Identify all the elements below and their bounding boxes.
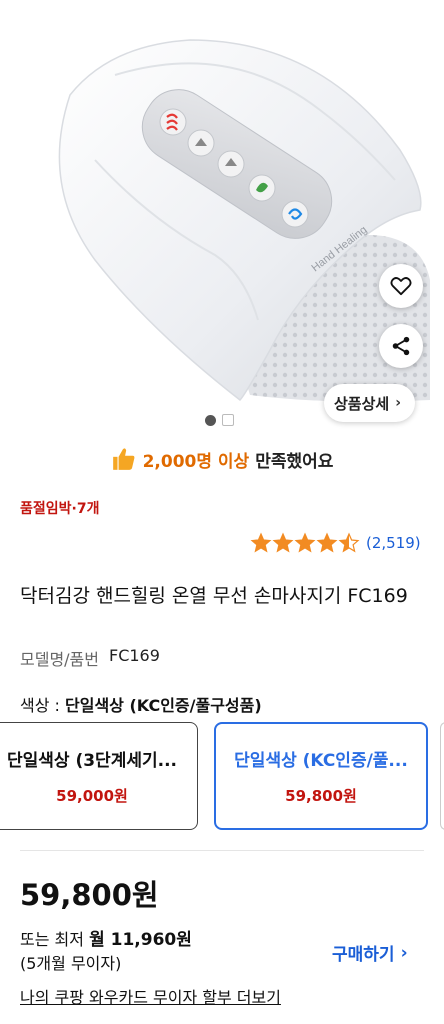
product-detail-button[interactable]: 상품상세 ›: [324, 384, 415, 422]
option-selected-value: 단일색상 (KC인증/풀구성품): [65, 696, 262, 715]
model-label: 모델명/품번: [20, 650, 99, 669]
thumbs-up-icon: [112, 448, 134, 470]
satisfaction-count: 2,000명 이상: [142, 451, 250, 472]
chevron-right-icon: ›: [400, 942, 408, 963]
carousel-indicator: [205, 414, 234, 426]
installment-terms: (5개월 무이자): [20, 954, 122, 973]
satisfaction-text: 만족했어요: [255, 451, 334, 472]
satisfaction-banner: 2,000명 이상 만족했어요: [0, 442, 444, 476]
divider: [20, 850, 424, 851]
option-card[interactable]: 단일색상 (3단계세기... 59,000원: [0, 722, 198, 830]
stock-notice: 품절임박·7개: [20, 501, 100, 517]
option-card-selected[interactable]: 단일색상 (KC인증/풀... 59,800원: [214, 722, 428, 830]
monthly-installment: 또는 최저 월 11,960원 (5개월 무이자): [20, 928, 192, 976]
option-name: 단일색상 (3단계세기...: [6, 751, 177, 771]
final-price: 59,800원: [20, 878, 159, 912]
buy-label: 구매하기: [332, 945, 395, 965]
buy-button[interactable]: 구매하기 ›: [332, 940, 408, 966]
rating[interactable]: (2,519): [250, 532, 421, 554]
product-image[interactable]: Hand Healing 상품상세 ›: [0, 0, 444, 438]
option-label: 색상 : 단일색상 (KC인증/풀구성품): [20, 692, 262, 716]
chevron-right-icon: ›: [395, 395, 401, 411]
share-button[interactable]: [379, 324, 423, 368]
review-count[interactable]: (2,519): [366, 534, 421, 552]
option-name: 단일색상 (KC인증/풀...: [234, 751, 408, 771]
star-rating-icon: [250, 532, 360, 553]
wishlist-button[interactable]: [379, 264, 423, 308]
carousel-dot-active[interactable]: [205, 414, 216, 426]
heart-icon: [390, 277, 412, 296]
product-title: 닥터김강 핸드힐링 온열 무선 손마사지기 FC169: [20, 585, 408, 607]
hand-massager-illustration: Hand Healing: [58, 39, 430, 402]
option-price: 59,800원: [285, 787, 357, 805]
option-label-prefix: 색상 :: [20, 696, 66, 715]
model-number: 모델명/품번 FC169: [20, 646, 160, 670]
image-thumbnail-icon[interactable]: [222, 414, 234, 426]
option-price: 59,000원: [56, 787, 128, 805]
card-installment-link[interactable]: 나의 쿠팡 와우카드 무이자 할부 더보기: [20, 984, 281, 1008]
option-card-partial[interactable]: [440, 722, 444, 830]
share-icon: [392, 336, 410, 356]
monthly-prefix: 또는 최저: [20, 930, 90, 949]
product-detail-label: 상품상세: [334, 394, 390, 413]
model-value: FC169: [109, 646, 160, 665]
monthly-amount: 월 11,960원: [89, 930, 192, 950]
